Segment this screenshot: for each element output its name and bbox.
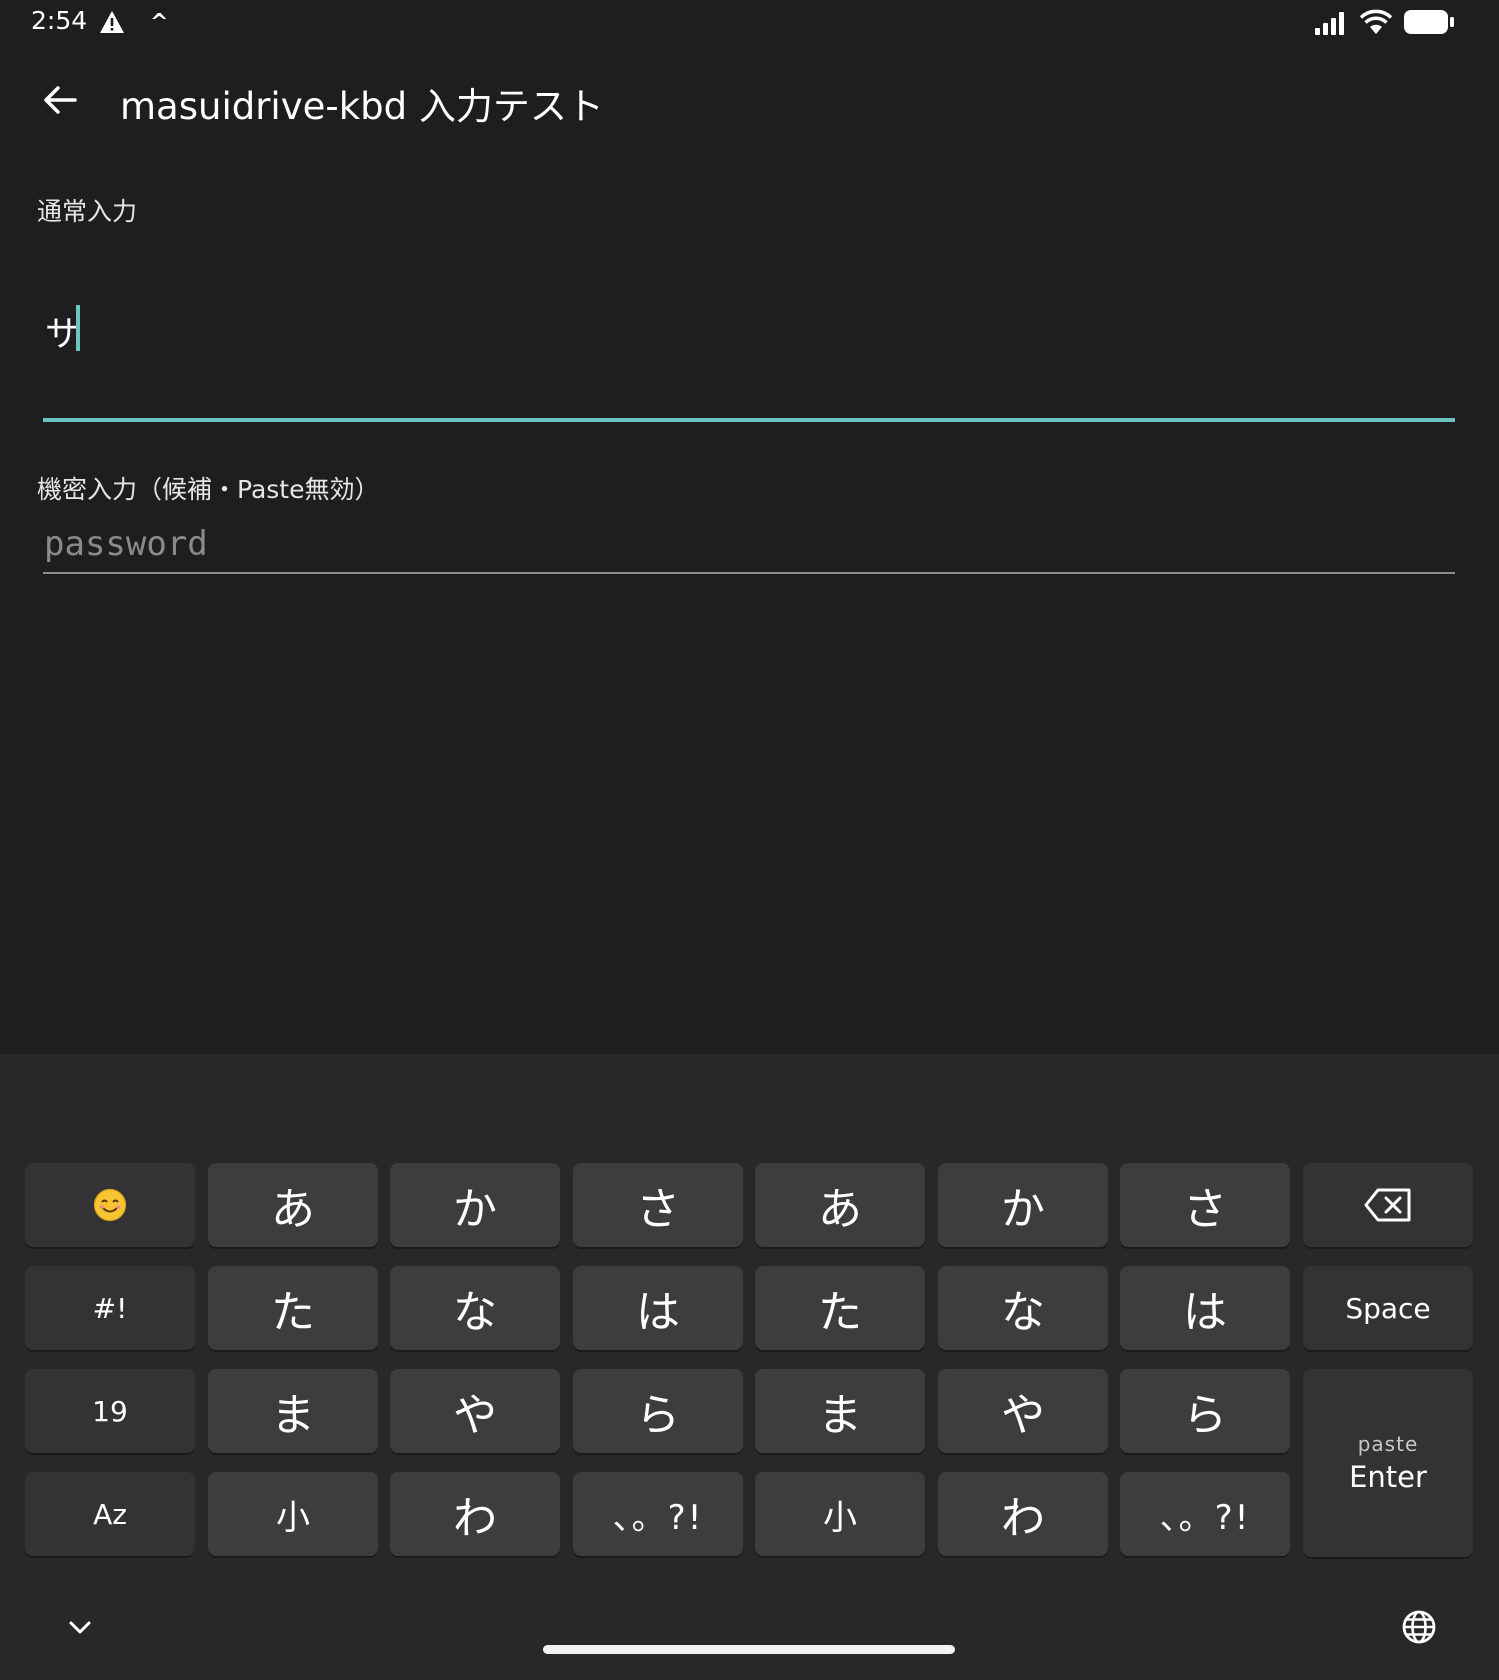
key-ra-2[interactable]: ら — [1120, 1369, 1290, 1453]
caret-up-icon: ^ — [150, 10, 169, 35]
emoji-key[interactable] — [25, 1163, 195, 1247]
key-ka[interactable]: か — [390, 1163, 560, 1247]
key-a-2[interactable]: あ — [755, 1163, 925, 1247]
key-sa[interactable]: さ — [573, 1163, 743, 1247]
key-ta-2[interactable]: た — [755, 1266, 925, 1350]
password-placeholder: password — [44, 524, 208, 564]
key-punctuation[interactable]: 、。?! — [573, 1472, 743, 1556]
key-ma[interactable]: ま — [208, 1369, 378, 1453]
space-key[interactable]: Space — [1303, 1266, 1473, 1350]
key-ha-2[interactable]: は — [1120, 1266, 1290, 1350]
smiley-icon — [93, 1188, 127, 1222]
wifi-icon — [1359, 9, 1393, 39]
key-small[interactable]: 小 — [208, 1472, 378, 1556]
chevron-down-icon[interactable] — [66, 1613, 94, 1645]
back-button[interactable] — [36, 76, 84, 124]
key-ya[interactable]: や — [390, 1369, 560, 1453]
number-key-label: 19 — [92, 1394, 128, 1428]
page-title: masuidrive-kbd 入力テスト — [120, 85, 604, 128]
text-cursor — [76, 305, 80, 351]
key-ta[interactable]: た — [208, 1266, 378, 1350]
key-a[interactable]: あ — [208, 1163, 378, 1247]
key-wa[interactable]: わ — [390, 1472, 560, 1556]
space-key-label: Space — [1345, 1291, 1431, 1325]
key-ha[interactable]: は — [573, 1266, 743, 1350]
enter-key[interactable]: paste Enter — [1303, 1369, 1473, 1557]
alpha-key[interactable]: Az — [25, 1472, 195, 1556]
key-sa-2[interactable]: さ — [1120, 1163, 1290, 1247]
key-na[interactable]: な — [390, 1266, 560, 1350]
app-screen: 2:54 ^ masuidrive-kbd 入力テスト 通常入力 サ 機密入力（… — [0, 0, 1499, 1680]
key-wa-2[interactable]: わ — [938, 1472, 1108, 1556]
key-small-2[interactable]: 小 — [755, 1472, 925, 1556]
number-key[interactable]: 19 — [25, 1369, 195, 1453]
warning-icon — [99, 10, 125, 38]
status-bar: 2:54 ^ — [0, 0, 1499, 46]
password-field[interactable]: password — [43, 520, 1455, 574]
home-indicator[interactable] — [543, 1645, 955, 1654]
signal-icon — [1315, 11, 1349, 39]
battery-icon — [1404, 9, 1454, 39]
key-ma-2[interactable]: ま — [755, 1369, 925, 1453]
key-ya-2[interactable]: や — [938, 1369, 1108, 1453]
key-ra[interactable]: ら — [573, 1369, 743, 1453]
symbol-key-label: #! — [92, 1291, 128, 1325]
normal-input-value: サ — [45, 315, 81, 355]
backspace-key[interactable] — [1303, 1163, 1473, 1247]
key-punctuation-2[interactable]: 、。?! — [1120, 1472, 1290, 1556]
soft-keyboard — [0, 1054, 1499, 1680]
enter-key-sublabel: paste — [1357, 1432, 1419, 1456]
alpha-key-label: Az — [93, 1497, 127, 1531]
key-ka-2[interactable]: か — [938, 1163, 1108, 1247]
symbol-key[interactable]: #! — [25, 1266, 195, 1350]
enter-key-label: Enter — [1349, 1460, 1427, 1494]
key-na-2[interactable]: な — [938, 1266, 1108, 1350]
globe-icon[interactable] — [1401, 1609, 1437, 1649]
backspace-icon — [1364, 1188, 1411, 1222]
status-time: 2:54 — [31, 6, 88, 35]
normal-input-label: 通常入力 — [37, 197, 138, 226]
arrow-back-icon — [44, 86, 77, 114]
normal-input-field[interactable]: サ — [43, 280, 1455, 422]
app-bar: masuidrive-kbd 入力テスト — [0, 58, 1499, 142]
secret-input-label: 機密入力（候補・Paste無効） — [37, 475, 380, 504]
